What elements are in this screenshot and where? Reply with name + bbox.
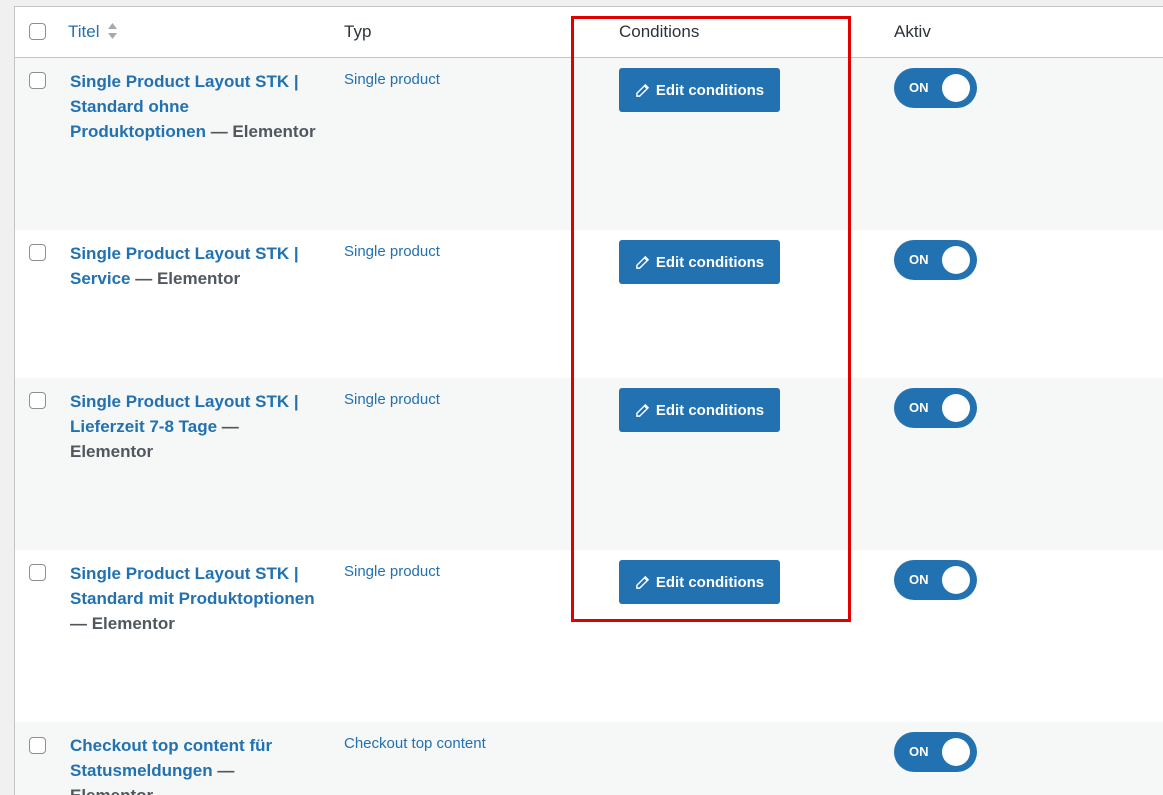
edit-conditions-label: Edit conditions — [655, 253, 765, 271]
row-title: Single Product Layout STK | Standard mit… — [70, 561, 320, 636]
row-checkbox[interactable] — [29, 244, 46, 261]
row-title: Single Product Layout STK | Service — El… — [70, 241, 320, 291]
row-checkbox[interactable] — [29, 72, 46, 89]
toggle-label: ON — [909, 80, 929, 95]
row-checkbox[interactable] — [29, 392, 46, 409]
templates-table: Titel Typ Conditions Aktiv Single Produc… — [14, 6, 1163, 795]
row-title-suffix: — Elementor — [130, 269, 241, 288]
column-header-typ: Typ — [344, 22, 372, 41]
table-row: Checkout top content für Statusmeldungen… — [15, 722, 1163, 795]
row-title: Single Product Layout STK | Lieferzeit 7… — [70, 389, 320, 464]
active-toggle[interactable]: ON — [894, 240, 977, 280]
edit-conditions-button[interactable]: Edit conditions — [619, 560, 780, 604]
pencil-icon — [636, 575, 649, 589]
table-row: Single Product Layout STK | Standard mit… — [15, 550, 1163, 722]
edit-conditions-button[interactable]: Edit conditions — [619, 68, 780, 112]
pencil-icon — [636, 255, 649, 269]
edit-conditions-label: Edit conditions — [655, 81, 765, 99]
active-toggle[interactable]: ON — [894, 732, 977, 772]
sort-icon[interactable] — [107, 21, 118, 41]
toggle-label: ON — [909, 252, 929, 267]
row-title: Checkout top content für Statusmeldungen… — [70, 733, 320, 795]
row-checkbox[interactable] — [29, 737, 46, 754]
row-typ-link[interactable]: Single product — [344, 563, 440, 580]
row-title-link[interactable]: Single Product Layout STK | Lieferzeit 7… — [70, 392, 299, 436]
row-title: Single Product Layout STK | Standard ohn… — [70, 69, 320, 144]
table-row: Single Product Layout STK | Lieferzeit 7… — [15, 378, 1163, 550]
row-typ-link[interactable]: Single product — [344, 391, 440, 408]
column-header-title[interactable]: Titel — [68, 22, 100, 42]
table-row: Single Product Layout STK | Service — El… — [15, 230, 1163, 378]
row-typ-link[interactable]: Single product — [344, 71, 440, 88]
table-row: Single Product Layout STK | Standard ohn… — [15, 58, 1163, 230]
column-header-conditions: Conditions — [619, 22, 700, 41]
active-toggle[interactable]: ON — [894, 388, 977, 428]
toggle-label: ON — [909, 400, 929, 415]
active-toggle[interactable]: ON — [894, 560, 977, 600]
row-title-suffix: — Elementor — [205, 122, 316, 141]
toggle-knob — [942, 738, 970, 766]
row-checkbox[interactable] — [29, 564, 46, 581]
table-header: Titel Typ Conditions Aktiv — [15, 7, 1163, 58]
toggle-label: ON — [909, 744, 929, 759]
edit-conditions-button[interactable]: Edit conditions — [619, 388, 780, 432]
active-toggle[interactable]: ON — [894, 68, 977, 108]
toggle-label: ON — [909, 572, 929, 587]
row-typ-link[interactable]: Single product — [344, 243, 440, 260]
toggle-knob — [942, 566, 970, 594]
row-typ-link[interactable]: Checkout top content — [344, 735, 486, 752]
edit-conditions-label: Edit conditions — [655, 401, 765, 419]
toggle-knob — [942, 394, 970, 422]
toggle-knob — [942, 74, 970, 102]
pencil-icon — [636, 83, 649, 97]
select-all-checkbox[interactable] — [29, 23, 46, 40]
row-title-link[interactable]: Checkout top content für Statusmeldungen — [70, 736, 272, 780]
row-title-suffix: — Elementor — [70, 614, 175, 633]
column-header-aktiv: Aktiv — [894, 22, 931, 41]
row-title-link[interactable]: Single Product Layout STK | Standard mit… — [70, 564, 315, 608]
edit-conditions-button[interactable]: Edit conditions — [619, 240, 780, 284]
pencil-icon — [636, 403, 649, 417]
edit-conditions-label: Edit conditions — [655, 573, 765, 591]
toggle-knob — [942, 246, 970, 274]
